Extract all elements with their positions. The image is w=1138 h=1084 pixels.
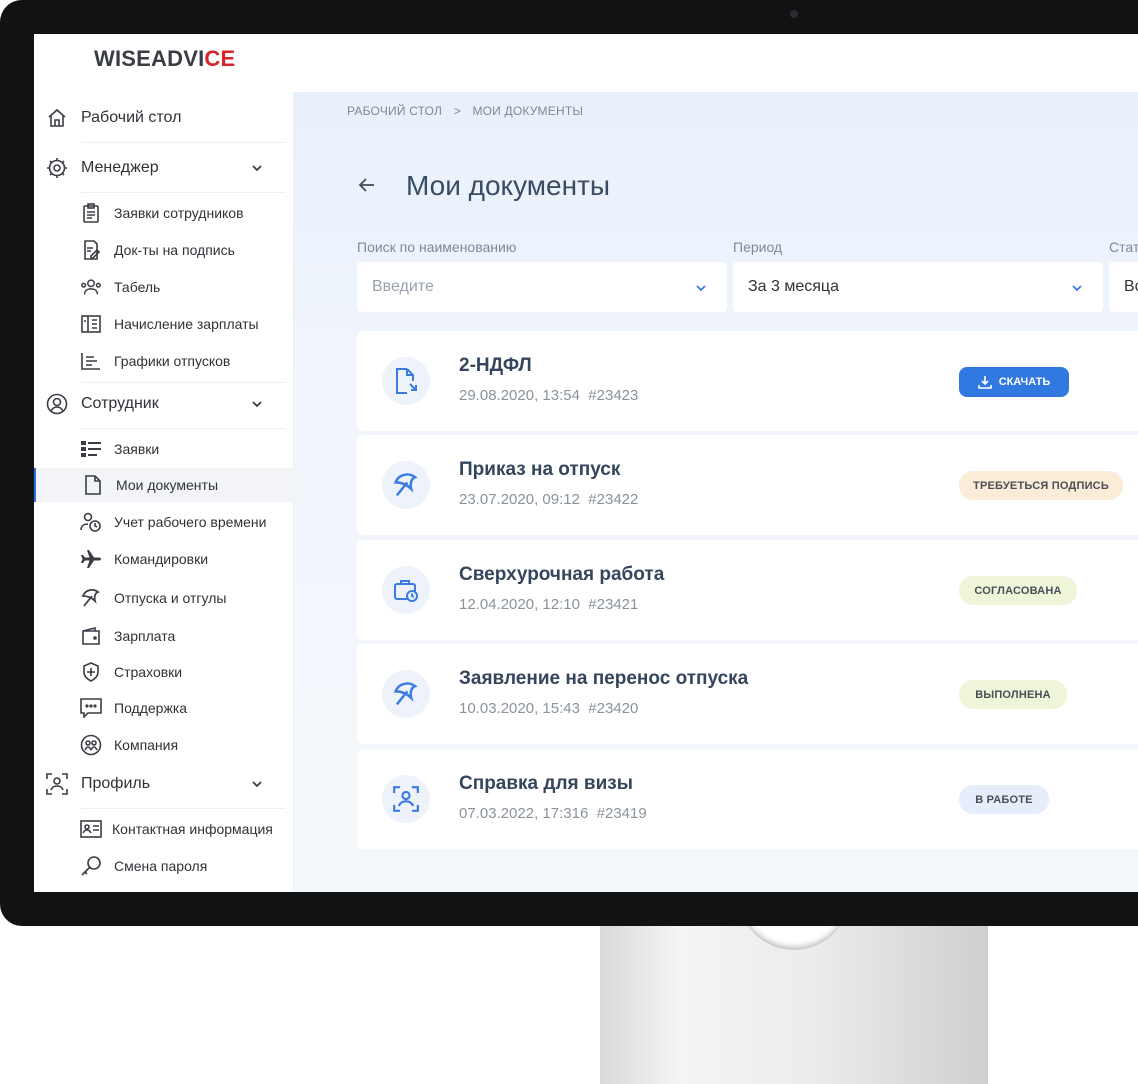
period-value: За 3 месяца [748,278,839,295]
status-badge: ВЫПОЛНЕНА [959,680,1067,709]
umbrella-icon [382,670,430,718]
breadcrumb-separator: > [453,104,461,118]
sidebar-item-change-password[interactable]: Смена пароля [34,849,293,883]
sidebar-item-my-documents[interactable]: Мои документы [34,468,295,502]
sidebar-section-profile[interactable]: Профиль [34,766,293,802]
search-label: Поиск по наименованию [357,239,517,255]
chevron-down-icon [694,281,708,295]
bar-chart-icon [80,350,102,372]
back-arrow-icon[interactable] [357,175,377,195]
sidebar-item-company[interactable]: Компания [34,728,293,762]
document-meta: 29.08.2020, 13:54 #23423 [459,387,639,404]
document-meta: 23.07.2020, 09:12 #23422 [459,491,639,508]
status-value: Вс [1124,278,1138,295]
user-scan-icon [382,775,430,823]
app-screen: WISEADVICE Рабочий стол Менеджер Заявки … [34,34,1138,892]
briefcase-clock-icon [382,566,430,614]
period-select[interactable]: За 3 месяца [733,262,1103,312]
sidebar-section-employee[interactable]: Сотрудник [34,386,293,422]
document-title: Приказ на отпуск [459,459,621,480]
logo[interactable]: WISEADVICE [94,46,235,72]
document-title: 2-НДФЛ [459,355,532,376]
sidebar-item-employee-requests[interactable]: Заявки сотрудников [34,196,293,230]
sidebar-item-requests[interactable]: Заявки [34,432,293,466]
document-meta: 12.04.2020, 12:10 #23421 [459,596,639,613]
search-placeholder: Введите [372,278,434,295]
shield-icon [80,661,102,683]
sidebar-item-vacations[interactable]: Отпуска и отгулы [34,581,293,615]
download-icon [977,376,992,389]
document-meta: 10.03.2020, 15:43 #23420 [459,700,639,717]
page-title: Мои документы [406,170,611,201]
download-button[interactable]: СКАЧАТЬ [959,367,1069,397]
document-card[interactable]: 2-НДФЛ 29.08.2020, 13:54 #23423 СКАЧАТЬ [357,331,1138,431]
search-input[interactable]: Введите [357,262,727,312]
period-label: Период [733,239,783,255]
team-circle-icon [80,734,102,756]
sidebar-item-business-trips[interactable]: Командировки [34,542,293,576]
document-title: Заявление на перенос отпуска [459,668,749,689]
chat-icon [80,697,102,719]
sidebar: Рабочий стол Менеджер Заявки сотрудников… [34,92,295,892]
document-card[interactable]: Сверхурочная работа 12.04.2020, 12:10 #2… [357,540,1138,640]
status-badge: В РАБОТЕ [959,785,1049,814]
wallet-icon [80,625,102,647]
sidebar-item-time-tracking[interactable]: Учет рабочего времени [34,505,293,539]
chevron-down-icon [1070,281,1084,295]
document-card[interactable]: Справка для визы 07.03.2022, 17:316 #234… [357,749,1138,849]
clipboard-icon [80,202,102,224]
sidebar-item-desk[interactable]: Рабочий стол [34,100,293,136]
home-icon [46,107,68,129]
document-download-icon [382,357,430,405]
sidebar-item-docs-to-sign[interactable]: Док-ты на подпись [34,233,293,267]
camera-dot [790,10,798,18]
breadcrumb: РАБОЧИЙ СТОЛ > МОИ ДОКУМЕНТЫ [347,104,591,118]
status-label: Стат [1109,239,1138,255]
chevron-down-icon [250,161,264,175]
list-icon [80,438,102,460]
sidebar-item-vacation-schedules[interactable]: Графики отпусков [34,344,293,378]
airplane-icon [80,548,102,570]
document-sign-icon [80,239,102,261]
document-title: Сверхурочная работа [459,564,665,585]
status-badge: СОГЛАСОВАНА [959,576,1077,605]
sidebar-section-manager[interactable]: Менеджер [34,150,293,186]
main-content: РАБОЧИЙ СТОЛ > МОИ ДОКУМЕНТЫ Мои докумен… [294,92,1138,892]
team-icon [80,276,102,298]
document-meta: 07.03.2022, 17:316 #23419 [459,805,647,822]
top-bar: WISEADVICE [34,34,1138,93]
user-clock-icon [80,511,102,533]
breadcrumb-current: МОИ ДОКУМЕНТЫ [472,104,584,118]
document-card[interactable]: Приказ на отпуск 23.07.2020, 09:12 #2342… [357,435,1138,535]
chevron-down-icon [250,397,264,411]
status-select[interactable]: Вс [1109,262,1138,312]
breadcrumb-home[interactable]: РАБОЧИЙ СТОЛ [347,104,442,118]
sidebar-item-salary[interactable]: Зарплата [34,619,293,653]
gear-icon [46,157,68,179]
document-icon [82,474,104,496]
calculator-icon [80,313,102,335]
umbrella-icon [382,461,430,509]
sidebar-item-contact-info[interactable]: Контактная информация [34,812,293,846]
sidebar-item-payroll[interactable]: Начисление зарплаты [34,307,293,341]
sidebar-item-insurance[interactable]: Страховки [34,655,293,689]
user-circle-icon [46,393,68,415]
user-scan-icon [46,773,68,795]
key-icon [80,855,102,877]
sidebar-item-support[interactable]: Поддержка [34,691,293,725]
document-title: Справка для визы [459,773,633,794]
umbrella-icon [80,587,102,609]
status-badge: ТРЕБУЕТЬСЯ ПОДПИСЬ [959,471,1123,500]
document-card[interactable]: Заявление на перенос отпуска 10.03.2020,… [357,644,1138,744]
sidebar-item-timesheet[interactable]: Табель [34,270,293,304]
chevron-down-icon [250,777,264,791]
id-card-icon [80,818,102,840]
